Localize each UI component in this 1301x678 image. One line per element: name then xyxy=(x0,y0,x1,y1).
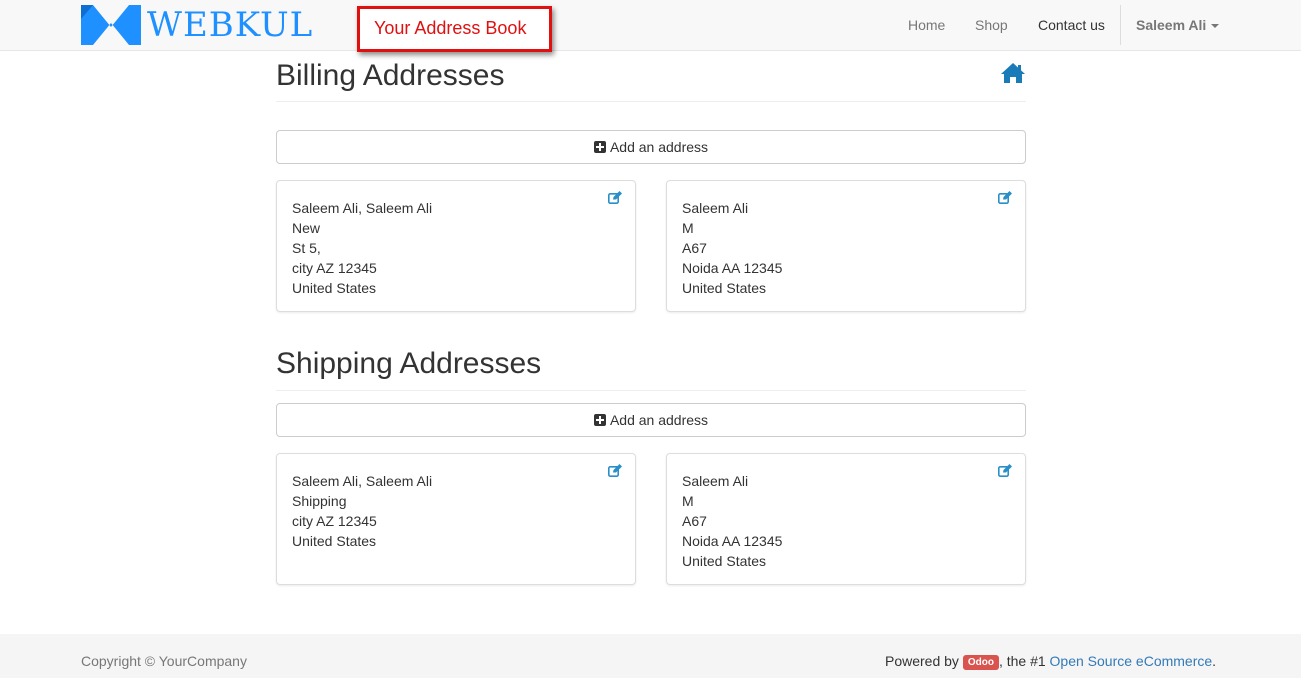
address-line: Shipping xyxy=(292,493,347,509)
add-shipping-address-label: Add an address xyxy=(609,412,709,428)
address-line: United States xyxy=(682,280,767,296)
add-shipping-address-button[interactable]: Add an address xyxy=(276,403,1026,437)
address-line: United States xyxy=(292,533,377,549)
billing-address-card: Saleem Ali M A67 Noida AA 12345 United S… xyxy=(666,180,1026,312)
add-billing-address-button[interactable]: Add an address xyxy=(276,130,1026,164)
billing-address-card: Saleem Ali, Saleem Ali New St 5, city AZ… xyxy=(276,180,636,312)
edit-icon[interactable] xyxy=(608,191,622,204)
nav-contact-us[interactable]: Contact us xyxy=(1038,17,1105,33)
edit-icon[interactable] xyxy=(998,464,1012,477)
address-line: city AZ 12345 xyxy=(292,260,377,276)
brand-name: WEBKUL xyxy=(147,5,314,45)
address-line: St 5, xyxy=(292,240,321,256)
powered-prefix: Powered by xyxy=(885,653,959,669)
add-billing-address-label: Add an address xyxy=(609,139,709,155)
navbar: WEBKUL Home Shop Contact us Saleem Ali xyxy=(0,0,1301,51)
shipping-title: Shipping Addresses xyxy=(276,347,542,380)
footer: Copyright © YourCompany Powered by Odoo,… xyxy=(0,634,1301,678)
address-line: United States xyxy=(292,280,377,296)
address-line: city AZ 12345 xyxy=(292,513,377,529)
nav-shop[interactable]: Shop xyxy=(975,17,1008,33)
nav-divider xyxy=(1120,5,1121,45)
billing-divider xyxy=(276,101,1026,102)
annotation-callout: Your Address Book xyxy=(357,6,552,52)
address-line: Saleem Ali xyxy=(682,200,749,216)
address-line: Noida AA 12345 xyxy=(682,260,783,276)
shipping-address-card: Saleem Ali M A67 Noida AA 12345 United S… xyxy=(666,453,1026,585)
plus-square-icon xyxy=(593,414,606,426)
annotation-text: Your Address Book xyxy=(374,18,527,38)
edit-icon[interactable] xyxy=(998,191,1012,204)
address-line: A67 xyxy=(682,240,707,256)
address-line: M xyxy=(682,220,694,236)
powered-by: Powered by Odoo, the #1 Open Source eCom… xyxy=(885,653,1216,670)
nav-home[interactable]: Home xyxy=(908,17,945,33)
edit-icon[interactable] xyxy=(608,464,622,477)
address-line: United States xyxy=(682,553,767,569)
powered-mid: , the #1 xyxy=(998,653,1046,669)
shipping-divider xyxy=(276,390,1026,391)
copyright-text: Copyright © YourCompany xyxy=(81,653,247,669)
plus-square-icon xyxy=(593,141,606,153)
open-source-ecommerce-link[interactable]: Open Source eCommerce xyxy=(1050,653,1213,669)
address-line: Noida AA 12345 xyxy=(682,533,783,549)
address-line: Saleem Ali xyxy=(682,473,749,489)
powered-suffix: . xyxy=(1212,653,1217,669)
caret-down-icon xyxy=(1211,24,1220,29)
address-line: A67 xyxy=(682,513,707,529)
user-name: Saleem Ali xyxy=(1136,17,1207,33)
billing-title: Billing Addresses xyxy=(276,59,505,92)
webkul-logo-icon xyxy=(81,5,141,45)
odoo-badge[interactable]: Odoo xyxy=(962,655,999,670)
address-line: M xyxy=(682,493,694,509)
shipping-address-card: Saleem Ali, Saleem Ali Shipping city AZ … xyxy=(276,453,636,585)
address-line: Saleem Ali, Saleem Ali xyxy=(292,200,433,216)
home-icon[interactable] xyxy=(1000,62,1026,84)
brand-logo[interactable]: WEBKUL xyxy=(81,5,313,45)
user-menu-toggle[interactable]: Saleem Ali xyxy=(1136,17,1220,33)
address-line: Saleem Ali, Saleem Ali xyxy=(292,473,433,489)
address-line: New xyxy=(292,220,321,236)
